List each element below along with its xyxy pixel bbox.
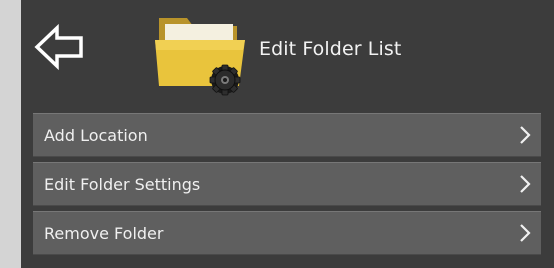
chevron-right-icon	[520, 175, 531, 193]
menu-item-label: Remove Folder	[44, 224, 164, 243]
back-arrow-icon	[34, 23, 83, 71]
chevron-right-icon	[520, 224, 531, 242]
page-title: Edit Folder List	[259, 38, 402, 60]
chevron-right-icon	[520, 126, 531, 144]
menu-item-remove-folder[interactable]: Remove Folder	[33, 211, 541, 255]
edit-folder-list-panel: Edit Folder List Add Location Edit Folde…	[21, 0, 554, 268]
menu-item-label: Edit Folder Settings	[44, 175, 201, 194]
menu-list: Add Location Edit Folder Settings Remove…	[33, 113, 541, 260]
menu-item-add-location[interactable]: Add Location	[33, 113, 541, 157]
menu-item-edit-folder-settings[interactable]: Edit Folder Settings	[33, 162, 541, 206]
folder-settings-icon	[153, 10, 253, 96]
back-button[interactable]	[33, 22, 85, 72]
header: Edit Folder List	[21, 0, 554, 105]
menu-item-label: Add Location	[44, 126, 148, 145]
